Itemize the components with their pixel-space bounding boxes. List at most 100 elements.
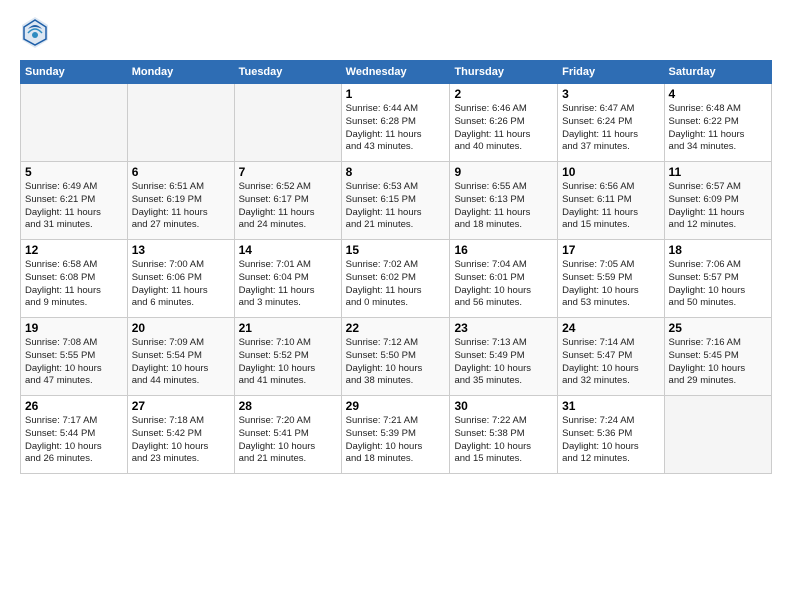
day-info: Sunrise: 7:24 AM Sunset: 5:36 PM Dayligh… bbox=[562, 415, 659, 466]
day-info: Sunrise: 7:10 AM Sunset: 5:52 PM Dayligh… bbox=[239, 337, 337, 388]
day-info: Sunrise: 6:51 AM Sunset: 6:19 PM Dayligh… bbox=[132, 181, 230, 232]
day-cell-15: 15Sunrise: 7:02 AM Sunset: 6:02 PM Dayli… bbox=[341, 240, 450, 318]
day-cell-27: 27 Sunrise: 7:18 AM Sunset: 5:42 PM Dayli… bbox=[127, 396, 234, 474]
day-info: Sunrise: 7:12 AM Sunset: 5:50 PM Dayligh… bbox=[346, 337, 446, 388]
day-info: Sunrise: 6:52 AM Sunset: 6:17 PM Dayligh… bbox=[239, 181, 337, 232]
day-cell-22: 22 Sunrise: 7:12 AM Sunset: 5:50 PM Dayli… bbox=[341, 318, 450, 396]
day-cell-4: 4Sunrise: 6:48 AM Sunset: 6:22 PM Daylig… bbox=[664, 84, 771, 162]
day-number: 30 bbox=[454, 399, 553, 413]
day-cell-1: 1 Sunrise: 6:44 AM Sunset: 6:28 PM Daylig… bbox=[341, 84, 450, 162]
day-cell-24: 24Sunrise: 7:14 AM Sunset: 5:47 PM Dayli… bbox=[558, 318, 664, 396]
week-row-3: 12Sunrise: 6:58 AM Sunset: 6:08 PM Dayli… bbox=[21, 240, 772, 318]
day-cell-9: 9 Sunrise: 6:55 AM Sunset: 6:13 PM Daylig… bbox=[450, 162, 558, 240]
day-number: 16 bbox=[454, 243, 553, 257]
day-cell-2: 2 Sunrise: 6:46 AM Sunset: 6:26 PM Daylig… bbox=[450, 84, 558, 162]
empty-cell bbox=[127, 84, 234, 162]
day-cell-11: 11 Sunrise: 6:57 AM Sunset: 6:09 PM Dayli… bbox=[664, 162, 771, 240]
day-number: 1 bbox=[346, 87, 446, 101]
day-info: Sunrise: 7:18 AM Sunset: 5:42 PM Dayligh… bbox=[132, 415, 230, 466]
day-cell-5: 5 Sunrise: 6:49 AM Sunset: 6:21 PM Daylig… bbox=[21, 162, 128, 240]
weekday-friday: Friday bbox=[558, 61, 664, 84]
day-info: Sunrise: 6:53 AM Sunset: 6:15 PM Dayligh… bbox=[346, 181, 446, 232]
day-cell-21: 21 Sunrise: 7:10 AM Sunset: 5:52 PM Dayli… bbox=[234, 318, 341, 396]
day-number: 2 bbox=[454, 87, 553, 101]
day-info: Sunrise: 7:00 AM Sunset: 6:06 PM Dayligh… bbox=[132, 259, 230, 310]
week-row-1: 1 Sunrise: 6:44 AM Sunset: 6:28 PM Daylig… bbox=[21, 84, 772, 162]
day-cell-20: 20 Sunrise: 7:09 AM Sunset: 5:54 PM Dayli… bbox=[127, 318, 234, 396]
day-number: 8 bbox=[346, 165, 446, 179]
day-cell-25: 25 Sunrise: 7:16 AM Sunset: 5:45 PM Dayli… bbox=[664, 318, 771, 396]
page: SundayMondayTuesdayWednesdayThursdayFrid… bbox=[0, 0, 792, 612]
day-number: 14 bbox=[239, 243, 337, 257]
day-cell-3: 3Sunrise: 6:47 AM Sunset: 6:24 PM Daylig… bbox=[558, 84, 664, 162]
week-row-2: 5 Sunrise: 6:49 AM Sunset: 6:21 PM Daylig… bbox=[21, 162, 772, 240]
day-info: Sunrise: 7:13 AM Sunset: 5:49 PM Dayligh… bbox=[454, 337, 553, 388]
day-info: Sunrise: 7:05 AM Sunset: 5:59 PM Dayligh… bbox=[562, 259, 659, 310]
weekday-wednesday: Wednesday bbox=[341, 61, 450, 84]
day-number: 23 bbox=[454, 321, 553, 335]
day-cell-28: 28Sunrise: 7:20 AM Sunset: 5:41 PM Dayli… bbox=[234, 396, 341, 474]
day-info: Sunrise: 6:44 AM Sunset: 6:28 PM Dayligh… bbox=[346, 103, 446, 154]
weekday-thursday: Thursday bbox=[450, 61, 558, 84]
day-number: 22 bbox=[346, 321, 446, 335]
day-cell-10: 10Sunrise: 6:56 AM Sunset: 6:11 PM Dayli… bbox=[558, 162, 664, 240]
day-cell-13: 13 Sunrise: 7:00 AM Sunset: 6:06 PM Dayli… bbox=[127, 240, 234, 318]
day-number: 5 bbox=[25, 165, 123, 179]
day-number: 26 bbox=[25, 399, 123, 413]
day-info: Sunrise: 7:14 AM Sunset: 5:47 PM Dayligh… bbox=[562, 337, 659, 388]
day-info: Sunrise: 6:57 AM Sunset: 6:09 PM Dayligh… bbox=[669, 181, 767, 232]
weekday-monday: Monday bbox=[127, 61, 234, 84]
day-number: 19 bbox=[25, 321, 123, 335]
day-number: 31 bbox=[562, 399, 659, 413]
empty-cell bbox=[234, 84, 341, 162]
day-cell-8: 8 Sunrise: 6:53 AM Sunset: 6:15 PM Daylig… bbox=[341, 162, 450, 240]
day-info: Sunrise: 7:22 AM Sunset: 5:38 PM Dayligh… bbox=[454, 415, 553, 466]
day-info: Sunrise: 6:55 AM Sunset: 6:13 PM Dayligh… bbox=[454, 181, 553, 232]
day-cell-12: 12Sunrise: 6:58 AM Sunset: 6:08 PM Dayli… bbox=[21, 240, 128, 318]
day-info: Sunrise: 6:58 AM Sunset: 6:08 PM Dayligh… bbox=[25, 259, 123, 310]
weekday-header-row: SundayMondayTuesdayWednesdayThursdayFrid… bbox=[21, 61, 772, 84]
day-info: Sunrise: 7:08 AM Sunset: 5:55 PM Dayligh… bbox=[25, 337, 123, 388]
day-number: 6 bbox=[132, 165, 230, 179]
day-number: 15 bbox=[346, 243, 446, 257]
day-number: 11 bbox=[669, 165, 767, 179]
day-cell-18: 18 Sunrise: 7:06 AM Sunset: 5:57 PM Dayli… bbox=[664, 240, 771, 318]
day-number: 28 bbox=[239, 399, 337, 413]
logo-icon bbox=[20, 15, 50, 50]
day-cell-7: 7 Sunrise: 6:52 AM Sunset: 6:17 PM Daylig… bbox=[234, 162, 341, 240]
empty-cell bbox=[21, 84, 128, 162]
weekday-sunday: Sunday bbox=[21, 61, 128, 84]
calendar-table: SundayMondayTuesdayWednesdayThursdayFrid… bbox=[20, 60, 772, 474]
day-number: 13 bbox=[132, 243, 230, 257]
day-info: Sunrise: 6:49 AM Sunset: 6:21 PM Dayligh… bbox=[25, 181, 123, 232]
day-cell-14: 14Sunrise: 7:01 AM Sunset: 6:04 PM Dayli… bbox=[234, 240, 341, 318]
day-number: 21 bbox=[239, 321, 337, 335]
day-cell-19: 19 Sunrise: 7:08 AM Sunset: 5:55 PM Dayli… bbox=[21, 318, 128, 396]
day-info: Sunrise: 7:21 AM Sunset: 5:39 PM Dayligh… bbox=[346, 415, 446, 466]
day-cell-31: 31 Sunrise: 7:24 AM Sunset: 5:36 PM Dayli… bbox=[558, 396, 664, 474]
day-info: Sunrise: 7:09 AM Sunset: 5:54 PM Dayligh… bbox=[132, 337, 230, 388]
day-number: 25 bbox=[669, 321, 767, 335]
day-info: Sunrise: 7:06 AM Sunset: 5:57 PM Dayligh… bbox=[669, 259, 767, 310]
week-row-5: 26Sunrise: 7:17 AM Sunset: 5:44 PM Dayli… bbox=[21, 396, 772, 474]
day-number: 27 bbox=[132, 399, 230, 413]
header bbox=[20, 15, 772, 50]
day-cell-6: 6 Sunrise: 6:51 AM Sunset: 6:19 PM Daylig… bbox=[127, 162, 234, 240]
day-cell-16: 16Sunrise: 7:04 AM Sunset: 6:01 PM Dayli… bbox=[450, 240, 558, 318]
day-cell-23: 23 Sunrise: 7:13 AM Sunset: 5:49 PM Dayli… bbox=[450, 318, 558, 396]
day-info: Sunrise: 6:56 AM Sunset: 6:11 PM Dayligh… bbox=[562, 181, 659, 232]
logo bbox=[20, 15, 53, 50]
week-row-4: 19 Sunrise: 7:08 AM Sunset: 5:55 PM Dayli… bbox=[21, 318, 772, 396]
weekday-saturday: Saturday bbox=[664, 61, 771, 84]
day-info: Sunrise: 7:16 AM Sunset: 5:45 PM Dayligh… bbox=[669, 337, 767, 388]
day-cell-26: 26Sunrise: 7:17 AM Sunset: 5:44 PM Dayli… bbox=[21, 396, 128, 474]
day-cell-29: 29 Sunrise: 7:21 AM Sunset: 5:39 PM Dayli… bbox=[341, 396, 450, 474]
day-info: Sunrise: 6:46 AM Sunset: 6:26 PM Dayligh… bbox=[454, 103, 553, 154]
day-number: 20 bbox=[132, 321, 230, 335]
day-number: 7 bbox=[239, 165, 337, 179]
day-number: 9 bbox=[454, 165, 553, 179]
day-number: 18 bbox=[669, 243, 767, 257]
day-number: 3 bbox=[562, 87, 659, 101]
day-cell-30: 30 Sunrise: 7:22 AM Sunset: 5:38 PM Dayli… bbox=[450, 396, 558, 474]
day-number: 29 bbox=[346, 399, 446, 413]
